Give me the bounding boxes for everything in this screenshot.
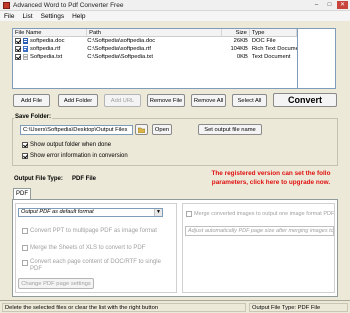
show-error-info-option[interactable]: Show error information in conversion <box>22 153 128 159</box>
status-bar: Delete the selected files or clear the l… <box>0 300 350 313</box>
file-path: C:\Softpedia\Softpedia.txt <box>87 54 153 60</box>
convert-doc-label-line1: Convert each page content of DOC/RTF to … <box>30 259 161 265</box>
file-checkbox[interactable] <box>15 46 21 52</box>
column-path[interactable]: Path <box>87 29 223 36</box>
add-url-button[interactable]: Add URL <box>104 94 141 107</box>
show-error-info-label: Show error information in conversion <box>30 153 128 159</box>
file-row[interactable]: Softpedia.txt C:\Softpedia\Softpedia.txt… <box>13 53 297 61</box>
menu-list[interactable]: List <box>22 13 32 20</box>
file-path: C:\Softpedia\softpedia.rtf <box>87 46 152 52</box>
open-button[interactable]: Open <box>152 124 172 135</box>
show-output-folder-option[interactable]: Show output folder when done <box>22 142 111 148</box>
adjust-pdf-size-option[interactable]: Adjust automatically PDF page size after… <box>185 226 334 236</box>
add-file-button[interactable]: Add File <box>13 94 50 107</box>
upgrade-promo-link[interactable]: The registered version can set the follo… <box>194 170 348 187</box>
browse-folder-button[interactable] <box>135 124 148 135</box>
convert-ppt-label: Convert PPT to multipage PDF as image fo… <box>30 228 157 234</box>
merge-images-checkbox[interactable] <box>186 211 192 217</box>
menu-settings[interactable]: Settings <box>41 13 65 20</box>
file-list-header: File Name Path Size Type <box>13 29 297 37</box>
convert-ppt-checkbox[interactable] <box>22 228 28 234</box>
merge-images-option[interactable]: Merge converted images to output one ima… <box>186 211 334 217</box>
text-doc-icon <box>23 54 28 60</box>
file-checkbox[interactable] <box>15 38 21 44</box>
status-output-type: Output File Type: PDF File <box>249 303 348 312</box>
file-row[interactable]: softpedia.rtf C:\Softpedia\softpedia.rtf… <box>13 45 297 53</box>
folder-icon <box>138 127 145 133</box>
merge-xls-checkbox[interactable] <box>22 245 28 251</box>
column-type[interactable]: Type <box>250 29 297 36</box>
close-button[interactable]: ✕ <box>337 1 348 9</box>
menu-file[interactable]: File <box>4 13 14 20</box>
column-size[interactable]: Size <box>222 29 250 36</box>
change-pdf-page-settings-button[interactable]: Change PDF page settings <box>18 278 94 289</box>
word-doc-icon <box>23 38 28 44</box>
file-name: softpedia.doc <box>30 38 65 44</box>
set-output-file-name-button[interactable]: Set output file name <box>198 124 262 135</box>
merge-xls-label: Merge the Sheets of XLS to convert to PD… <box>30 245 146 251</box>
file-row[interactable]: softpedia.doc C:\Softpedia\softpedia.doc… <box>13 37 297 45</box>
file-type: Rich Text Document <box>251 46 297 52</box>
file-name: softpedia.rtf <box>30 46 61 52</box>
merge-images-label: Merge converted images to output one ima… <box>194 211 335 217</box>
select-all-button[interactable]: Select All <box>232 94 267 107</box>
file-size: 26KB <box>233 38 248 44</box>
file-list[interactable]: File Name Path Size Type softpedia.doc C… <box>12 28 298 89</box>
file-path: C:\Softpedia\softpedia.doc <box>87 38 156 44</box>
output-format-dropdown[interactable]: Output PDF as default format ▼ <box>18 208 163 217</box>
convert-doc-checkbox[interactable] <box>22 260 28 266</box>
file-size: 0KB <box>236 54 248 60</box>
app-icon <box>3 1 10 9</box>
convert-doc-option[interactable]: Convert each page content of DOC/RTF to … <box>22 259 161 273</box>
output-format-selected: Output PDF as default format <box>21 209 94 215</box>
chevron-down-icon[interactable]: ▼ <box>154 209 162 216</box>
remove-file-button[interactable]: Remove File <box>147 94 185 107</box>
save-folder-input[interactable]: C:\Users\Softpedia\Desktop\Output Files <box>20 125 133 135</box>
file-size: 104KB <box>230 46 248 52</box>
promo-line-2: parameters, click here to upgrade now. <box>211 178 331 186</box>
merge-xls-option[interactable]: Merge the Sheets of XLS to convert to PD… <box>22 245 145 251</box>
column-file-name[interactable]: File Name <box>13 29 88 36</box>
minimize-button[interactable]: – <box>311 1 322 9</box>
convert-ppt-option[interactable]: Convert PPT to multipage PDF as image fo… <box>22 228 157 234</box>
menu-help[interactable]: Help <box>72 13 85 20</box>
tab-pdf[interactable]: PDF <box>13 188 31 199</box>
remove-all-button[interactable]: Remove All <box>191 94 226 107</box>
window-title: Advanced Word to Pdf Converter Free <box>13 1 124 9</box>
output-file-type-value: PDF File <box>72 176 97 182</box>
file-type: Text Document <box>251 54 291 60</box>
file-list-side-panel <box>298 28 336 89</box>
output-file-type-label: Output File Type: <box>14 176 63 182</box>
file-type: DOC File <box>251 38 276 44</box>
file-name: Softpedia.txt <box>30 54 63 60</box>
menu-bar: File List Settings Help <box>0 11 350 21</box>
adjust-pdf-size-label: Adjust automatically PDF page size after… <box>188 228 334 234</box>
show-output-folder-label: Show output folder when done <box>30 142 112 148</box>
title-bar: Advanced Word to Pdf Converter Free – □ … <box>0 0 350 11</box>
status-message: Delete the selected files or clear the l… <box>2 303 246 312</box>
show-output-folder-checkbox[interactable] <box>22 142 28 148</box>
show-error-info-checkbox[interactable] <box>22 153 28 159</box>
convert-doc-label-line2: PDF <box>30 266 42 272</box>
rtf-doc-icon <box>23 46 28 52</box>
promo-line-1: The registered version can set the follo <box>211 170 331 177</box>
add-folder-button[interactable]: Add Folder <box>58 94 98 107</box>
convert-button[interactable]: Convert <box>273 93 337 107</box>
maximize-button[interactable]: □ <box>324 1 335 9</box>
file-checkbox[interactable] <box>15 54 21 60</box>
save-folder-label: Save Folder: <box>14 114 53 120</box>
